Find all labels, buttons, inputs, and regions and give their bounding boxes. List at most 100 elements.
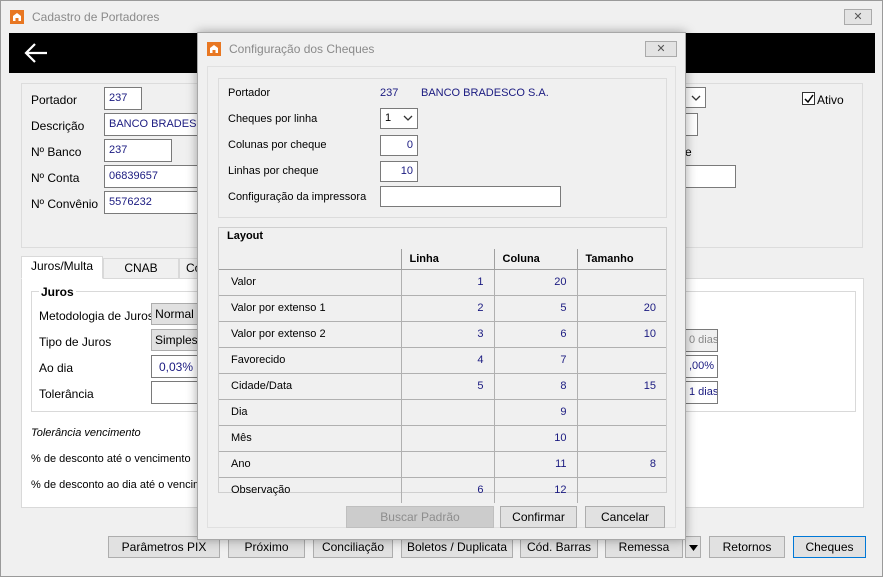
colunas-label: Colunas por cheque xyxy=(228,139,327,151)
ativo-checkbox[interactable] xyxy=(802,92,815,105)
tamanho-header: Tamanho xyxy=(576,249,666,270)
aodia-input[interactable]: 0,03% xyxy=(151,355,198,378)
coluna-cell[interactable]: 11 xyxy=(493,450,577,477)
nbanco-input[interactable]: 237 xyxy=(104,139,172,162)
linha-cell[interactable] xyxy=(400,398,494,425)
tamanho-cell[interactable] xyxy=(576,424,666,451)
tamanho-cell[interactable] xyxy=(576,268,666,295)
table-row: Valor 1 20 xyxy=(219,268,666,295)
linha-cell[interactable]: 3 xyxy=(400,320,494,347)
table-row: Mês 10 xyxy=(219,424,666,451)
descricao-label: Descrição xyxy=(31,119,85,133)
coluna-cell[interactable]: 5 xyxy=(493,294,577,321)
cancelar-button[interactable]: Cancelar xyxy=(585,506,665,528)
row-label: Ano xyxy=(219,450,401,477)
dialog-close-button[interactable]: ✕ xyxy=(645,41,677,57)
tamanho-cell[interactable]: 15 xyxy=(576,372,666,399)
layout-grid: Layout Linha Coluna Tamanho Valor 1 20 V… xyxy=(218,227,667,503)
coluna-cell[interactable]: 20 xyxy=(493,268,577,295)
table-row: Cidade/Data 5 8 15 xyxy=(219,372,666,399)
linha-cell[interactable]: 6 xyxy=(400,476,494,503)
partial-label: e xyxy=(685,145,692,159)
coluna-cell[interactable]: 8 xyxy=(493,372,577,399)
tipo-juros-select[interactable]: Simples xyxy=(151,329,198,351)
linha-cell[interactable] xyxy=(400,450,494,477)
linha-cell[interactable]: 2 xyxy=(400,294,494,321)
caret-down-icon xyxy=(689,545,698,551)
remessa-dropdown-button[interactable] xyxy=(685,536,701,558)
tab-juros-multa[interactable]: Juros/Multa xyxy=(21,256,103,279)
tab-partial[interactable]: Co xyxy=(179,258,199,279)
table-row: Observação 6 12 xyxy=(219,476,666,503)
cheques-por-linha-select[interactable]: 1 xyxy=(380,108,418,129)
dialog-titlebar: Configuração dos Cheques xyxy=(198,33,685,65)
row-label: Valor xyxy=(219,268,401,295)
cheques-button[interactable]: Cheques xyxy=(793,536,866,558)
right-field-2[interactable]: ,00% xyxy=(685,355,718,378)
retornos-button[interactable]: Retornos xyxy=(709,536,785,558)
linha-cell[interactable]: 4 xyxy=(400,346,494,373)
juros-group-label: Juros xyxy=(39,285,76,299)
table-row: Valor por extenso 2 3 6 10 xyxy=(219,320,666,347)
tamanho-cell[interactable]: 20 xyxy=(576,294,666,321)
metodologia-select[interactable]: Normal xyxy=(151,303,198,325)
field-partial-2[interactable] xyxy=(685,165,736,188)
confirmar-button[interactable]: Confirmar xyxy=(500,506,577,528)
row-label: Valor por extenso 1 xyxy=(219,294,401,321)
desconto-aodia-label: % de desconto ao dia até o vencim xyxy=(31,479,203,491)
app-icon xyxy=(207,42,221,56)
linha-cell[interactable] xyxy=(400,424,494,451)
linha-cell[interactable]: 1 xyxy=(400,268,494,295)
main-titlebar: Cadastro de Portadores xyxy=(1,1,882,33)
desconto-ate-label: % de desconto até o vencimento xyxy=(31,453,191,465)
row-label: Valor por extenso 2 xyxy=(219,320,401,347)
metodologia-label: Metodologia de Juros xyxy=(39,309,154,323)
linhas-input[interactable]: 10 xyxy=(380,161,418,182)
chevron-down-icon xyxy=(691,95,701,101)
nconvenio-input[interactable]: 5576232 xyxy=(104,191,202,214)
tolerancia-input[interactable] xyxy=(151,381,198,404)
cheques-por-linha-label: Cheques por linha xyxy=(228,113,318,125)
portador-label: Portador xyxy=(31,93,78,107)
cheques-config-dialog: Configuração dos Cheques ✕ Portador 237 … xyxy=(197,32,686,540)
field-partial-1[interactable] xyxy=(685,113,698,136)
tamanho-cell[interactable]: 8 xyxy=(576,450,666,477)
main-close-button[interactable]: ✕ xyxy=(844,9,872,25)
table-row: Favorecido 4 7 xyxy=(219,346,666,373)
tamanho-cell[interactable] xyxy=(576,398,666,425)
nconta-label: Nº Conta xyxy=(31,171,80,185)
right-field-3[interactable]: 1 dias xyxy=(685,381,718,404)
tab-cnab[interactable]: CNAB xyxy=(103,258,179,279)
buscar-padrao-button[interactable]: Buscar Padrão xyxy=(346,506,494,528)
aodia-label: Ao dia xyxy=(39,361,74,375)
layout-title: Layout xyxy=(227,230,264,242)
tamanho-cell[interactable] xyxy=(576,346,666,373)
back-arrow-icon[interactable] xyxy=(23,41,49,65)
portador-input[interactable]: 237 xyxy=(104,87,142,110)
coluna-cell[interactable]: 6 xyxy=(493,320,577,347)
coluna-cell[interactable]: 10 xyxy=(493,424,577,451)
row-label: Dia xyxy=(219,398,401,425)
coluna-cell[interactable]: 7 xyxy=(493,346,577,373)
impressora-input[interactable] xyxy=(380,186,561,207)
nconta-input[interactable]: 06839657 xyxy=(104,165,202,188)
row-label: Observação xyxy=(219,476,401,503)
checkmark-icon xyxy=(804,94,814,104)
tamanho-cell[interactable] xyxy=(576,476,666,503)
ativo-label: Ativo xyxy=(817,93,844,107)
coluna-cell[interactable]: 9 xyxy=(493,398,577,425)
combo-partial[interactable] xyxy=(685,87,706,108)
tipo-juros-label: Tipo de Juros xyxy=(39,335,112,349)
app-icon xyxy=(10,10,24,24)
right-field-1[interactable]: 0 dias xyxy=(685,329,718,352)
linha-cell[interactable]: 5 xyxy=(400,372,494,399)
cheques-por-linha-value: 1 xyxy=(385,112,392,124)
coluna-cell[interactable]: 12 xyxy=(493,476,577,503)
row-label: Mês xyxy=(219,424,401,451)
row-label: Cidade/Data xyxy=(219,372,401,399)
impressora-label: Configuração da impressora xyxy=(228,191,367,203)
tamanho-cell[interactable]: 10 xyxy=(576,320,666,347)
colunas-input[interactable]: 0 xyxy=(380,135,418,156)
descricao-input[interactable]: BANCO BRADESCO xyxy=(104,113,202,136)
layout-header-row: Linha Coluna Tamanho xyxy=(219,249,666,270)
